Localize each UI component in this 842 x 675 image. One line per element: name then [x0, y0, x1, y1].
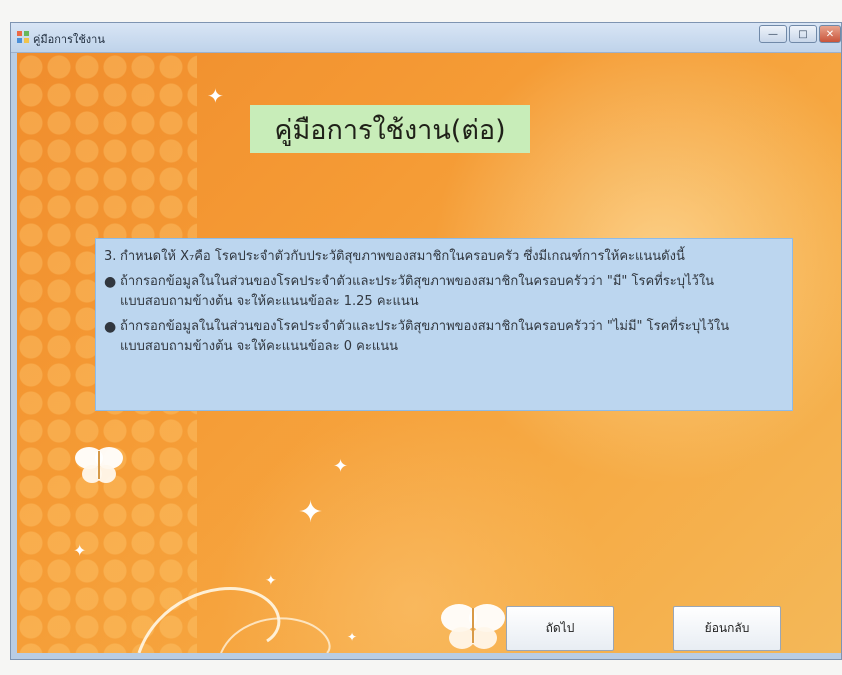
minimize-button[interactable]: —	[759, 25, 787, 43]
bullet-icon: ●	[104, 319, 117, 335]
minimize-icon: —	[768, 28, 778, 40]
next-button[interactable]: ถัดไป	[506, 606, 614, 651]
page: คู่มือการใช้งาน — □ ✕ ✦ ✦ ✦ ✦ ✦ ✦ คู่มือ…	[0, 0, 842, 675]
instruction-item-3: 3. กำหนดให้ X₇คือ โรคประจำตัวกับประวัติส…	[104, 247, 784, 267]
bullet-item-has-disease: ● ถ้ากรอกข้อมูลในในส่วนของโรคประจำตัวและ…	[104, 272, 784, 312]
window-controls: — □ ✕	[759, 25, 841, 43]
page-title: คู่มือการใช้งาน(ต่อ)	[250, 105, 530, 153]
butterfly-icon	[441, 604, 505, 649]
close-icon: ✕	[825, 28, 835, 40]
bullet-text: ถ้ากรอกข้อมูลในในส่วนของโรคประจำตัวและปร…	[120, 274, 715, 309]
next-button-label: ถัดไป	[545, 621, 575, 635]
sparkle-icon: ✦	[333, 456, 349, 477]
bullet-text: ถ้ากรอกข้อมูลในในส่วนของโรคประจำตัวและปร…	[120, 319, 730, 354]
close-button[interactable]: ✕	[819, 25, 841, 43]
window-title: คู่มือการใช้งาน	[33, 33, 105, 46]
sparkle-icon: ✦	[207, 84, 224, 108]
item-number: 3.	[104, 249, 117, 264]
content-area: ✦ ✦ ✦ ✦ ✦ ✦ คู่มือการใช้งาน(ต่อ) 3. กำหน…	[17, 53, 841, 653]
sparkle-icon: ✦	[73, 541, 87, 560]
back-button[interactable]: ย้อนกลับ	[673, 606, 781, 651]
title-bar[interactable]: คู่มือการใช้งาน — □ ✕	[11, 23, 841, 53]
bullet-icon: ●	[104, 274, 117, 290]
maximize-button[interactable]: □	[789, 25, 817, 43]
decorative-swirl	[137, 587, 331, 653]
butterfly-icon	[75, 447, 123, 483]
instructions-panel: 3. กำหนดให้ X₇คือ โรคประจำตัวกับประวัติส…	[95, 238, 793, 411]
sparkle-icon: ✦	[298, 495, 324, 530]
maximize-icon: □	[798, 28, 808, 40]
bullet-item-no-disease: ● ถ้ากรอกข้อมูลในในส่วนของโรคประจำตัวและ…	[104, 317, 784, 357]
back-button-label: ย้อนกลับ	[704, 621, 750, 635]
instruction-text: กำหนดให้ X₇คือ โรคประจำตัวกับประวัติสุขภ…	[120, 249, 685, 264]
app-icon	[17, 31, 29, 43]
application-window: คู่มือการใช้งาน — □ ✕ ✦ ✦ ✦ ✦ ✦ ✦ คู่มือ…	[10, 22, 842, 660]
